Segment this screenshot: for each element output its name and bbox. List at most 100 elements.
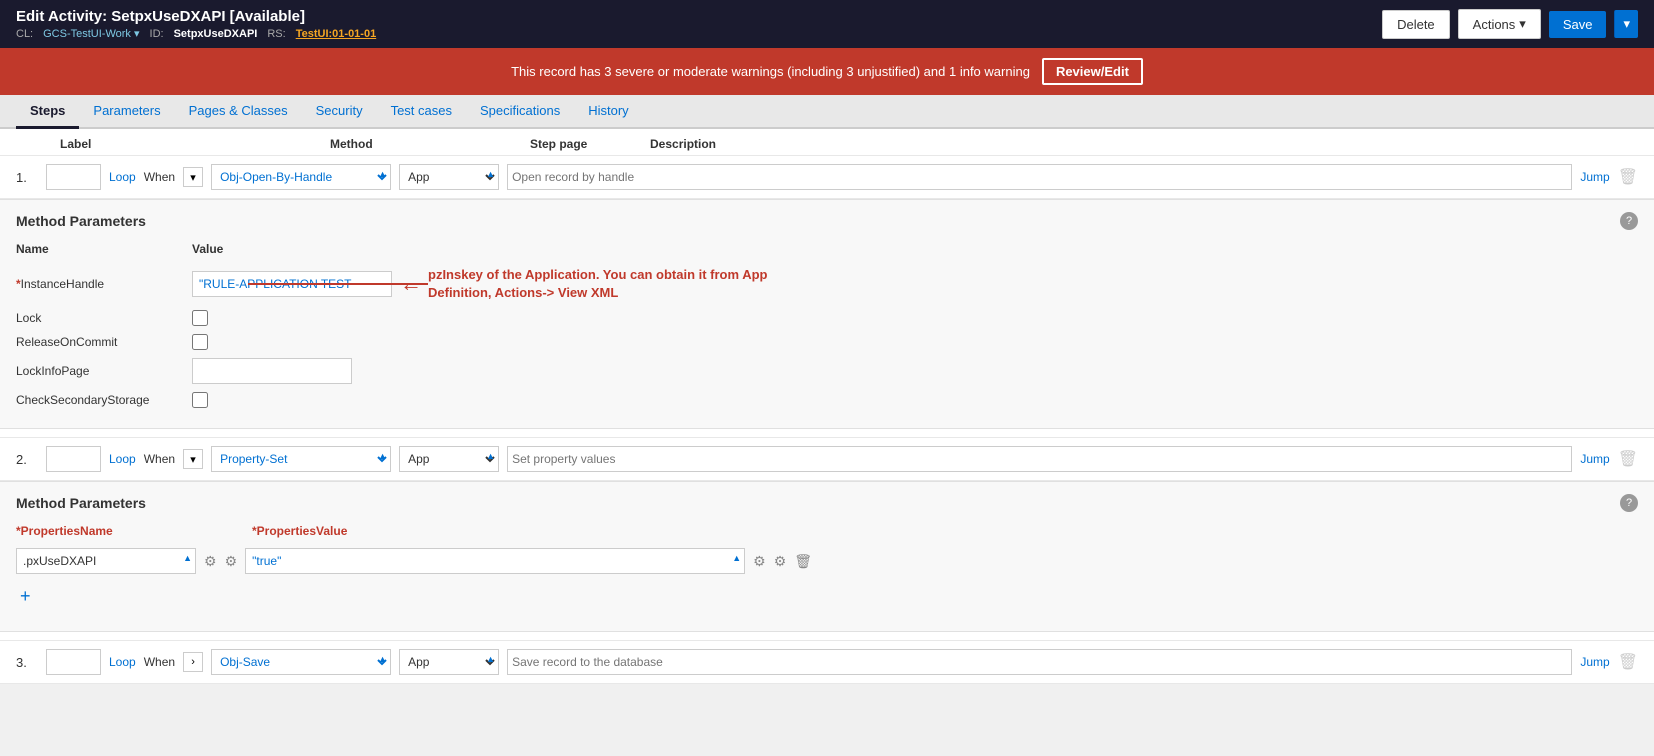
step-1-jump-link[interactable]: Jump bbox=[1580, 170, 1609, 184]
gear-icon-2[interactable]: ⚙ bbox=[225, 553, 238, 570]
step-3-jump-link[interactable]: Jump bbox=[1580, 655, 1609, 669]
method-params-2: Method Parameters ? *PropertiesName *Pro… bbox=[0, 481, 1654, 632]
step-1-method-wrap: Obj-Open-By-Handle bbox=[211, 164, 391, 190]
step-2-steppage-select[interactable]: App bbox=[399, 446, 499, 472]
step-2-when-text: When bbox=[144, 452, 175, 466]
cl-value[interactable]: GCS-TestUI-Work ▾ bbox=[43, 27, 139, 40]
gear-icon-3[interactable]: ⚙ bbox=[753, 553, 766, 570]
properties-value-input-wrap: ▲ bbox=[245, 548, 745, 574]
step-3-row: 3. Loop When › Obj-Save App Jump 🗑 bbox=[0, 640, 1654, 684]
step-3-when-text: When bbox=[144, 655, 175, 669]
tab-security[interactable]: Security bbox=[302, 95, 377, 129]
actions-dropdown-icon: ▾ bbox=[1519, 16, 1526, 32]
param-row-checksecondarystorage: CheckSecondaryStorage bbox=[16, 388, 1638, 412]
cl-label: CL: bbox=[16, 28, 33, 40]
step-1-number: 1. bbox=[16, 170, 38, 185]
app-header: Edit Activity: SetpxUseDXAPI [Available]… bbox=[0, 0, 1654, 48]
param-name-checksecondarystorage: CheckSecondaryStorage bbox=[16, 393, 176, 407]
step-3-label-input[interactable] bbox=[46, 649, 101, 675]
params-value-col-header: Value bbox=[192, 242, 223, 256]
warning-text: This record has 3 severe or moderate war… bbox=[511, 64, 1030, 79]
save-dropdown-button[interactable]: ▾ bbox=[1614, 10, 1638, 38]
rs-label: RS: bbox=[267, 28, 285, 40]
param-name-releaseoncommit: ReleaseOnCommit bbox=[16, 335, 176, 349]
properties-name-input[interactable] bbox=[16, 548, 196, 574]
step-1-row: 1. Loop When ▾ Obj-Open-By-Handle App Ju… bbox=[0, 156, 1654, 199]
step-1-steppage-select[interactable]: App bbox=[399, 164, 499, 190]
add-row-button[interactable]: + bbox=[16, 582, 35, 611]
gear-icon-4[interactable]: ⚙ bbox=[774, 553, 787, 570]
step-2-container: 2. Loop When ▾ Property-Set App Jump 🗑 M bbox=[0, 437, 1654, 632]
help-icon-1[interactable]: ? bbox=[1620, 212, 1638, 230]
step-2-chevron-button[interactable]: ▾ bbox=[183, 449, 203, 469]
props-value-col-header: *PropertiesValue bbox=[252, 524, 347, 538]
review-edit-button[interactable]: Review/Edit bbox=[1042, 58, 1143, 85]
step-3-description-input[interactable] bbox=[507, 649, 1572, 675]
step-1-description-input[interactable] bbox=[507, 164, 1572, 190]
step-3-delete-icon[interactable]: 🗑 bbox=[1618, 652, 1638, 672]
step-1-delete-icon[interactable]: 🗑 bbox=[1618, 167, 1638, 187]
step-2-steppage-wrap: App bbox=[399, 446, 499, 472]
tab-history[interactable]: History bbox=[574, 95, 642, 129]
help-icon-2[interactable]: ? bbox=[1620, 494, 1638, 512]
annotation-line bbox=[248, 283, 428, 285]
step-2-description-input[interactable] bbox=[507, 446, 1572, 472]
step-3-steppage-wrap: App bbox=[399, 649, 499, 675]
param-name-lock: Lock bbox=[16, 311, 176, 325]
tab-test-cases[interactable]: Test cases bbox=[377, 95, 466, 129]
step-1-method-select[interactable]: Obj-Open-By-Handle bbox=[211, 164, 391, 190]
param-value-checksecondarystorage-checkbox[interactable] bbox=[192, 392, 208, 408]
step-1-steppage-wrap: App bbox=[399, 164, 499, 190]
method-params-1: Method Parameters ? Name Value *Instance… bbox=[0, 199, 1654, 429]
main-content: Label Method Step page Description 1. Lo… bbox=[0, 129, 1654, 684]
step-2-loop-link[interactable]: Loop bbox=[109, 452, 136, 466]
cl-dropdown-icon: ▾ bbox=[134, 28, 140, 40]
header-actions: Delete Actions ▾ Save ▾ bbox=[1382, 9, 1638, 39]
add-row-area: + bbox=[16, 578, 1638, 615]
gear-icon-1[interactable]: ⚙ bbox=[204, 553, 217, 570]
step-2-jump-link[interactable]: Jump bbox=[1580, 452, 1609, 466]
step-3-method-select[interactable]: Obj-Save bbox=[211, 649, 391, 675]
col-header-label: Label bbox=[60, 137, 330, 151]
delete-button[interactable]: Delete bbox=[1382, 10, 1450, 39]
step-2-label-input[interactable] bbox=[46, 446, 101, 472]
step-1-label-input[interactable] bbox=[46, 164, 101, 190]
step-3-chevron-button[interactable]: › bbox=[183, 652, 203, 672]
step-2-row: 2. Loop When ▾ Property-Set App Jump 🗑 bbox=[0, 437, 1654, 481]
method-params-1-title: Method Parameters bbox=[16, 213, 146, 229]
param-value-lock-checkbox[interactable] bbox=[192, 310, 208, 326]
column-headers-row: Label Method Step page Description bbox=[0, 129, 1654, 156]
header-left: Edit Activity: SetpxUseDXAPI [Available]… bbox=[16, 8, 376, 40]
param-name-lockinfopage: LockInfoPage bbox=[16, 364, 176, 378]
step-3-loop-link[interactable]: Loop bbox=[109, 655, 136, 669]
step-2-delete-icon[interactable]: 🗑 bbox=[1618, 449, 1638, 469]
step-1-when-text: When bbox=[144, 170, 175, 184]
save-button[interactable]: Save bbox=[1549, 11, 1607, 38]
trash-icon[interactable]: 🗑 bbox=[794, 553, 812, 570]
rs-value[interactable]: TestUI:01-01-01 bbox=[296, 28, 377, 40]
step-2-method-wrap: Property-Set bbox=[211, 446, 391, 472]
param-name-instancehandle: *InstanceHandle bbox=[16, 277, 176, 291]
method-params-1-header: Method Parameters ? bbox=[16, 212, 1638, 230]
tab-pages-classes[interactable]: Pages & Classes bbox=[175, 95, 302, 129]
step-3-steppage-select[interactable]: App bbox=[399, 649, 499, 675]
props-values-row: ▲ ⚙ ⚙ ▲ ⚙ ⚙ 🗑 bbox=[16, 544, 1638, 578]
step-1-chevron-button[interactable]: ▾ bbox=[183, 167, 203, 187]
param-value-releaseoncommit-checkbox[interactable] bbox=[192, 334, 208, 350]
tab-parameters[interactable]: Parameters bbox=[79, 95, 174, 129]
properties-value-input[interactable] bbox=[245, 548, 745, 574]
step-1-loop-link[interactable]: Loop bbox=[109, 170, 136, 184]
method-params-2-title: Method Parameters bbox=[16, 495, 146, 511]
actions-button[interactable]: Actions ▾ bbox=[1458, 9, 1541, 39]
step-1-container: 1. Loop When ▾ Obj-Open-By-Handle App Ju… bbox=[0, 156, 1654, 429]
id-value: SetpxUseDXAPI bbox=[174, 28, 258, 40]
col-header-description: Description bbox=[650, 137, 1638, 151]
step-2-method-select[interactable]: Property-Set bbox=[211, 446, 391, 472]
step-2-number: 2. bbox=[16, 452, 38, 467]
params-col-headers: Name Value bbox=[16, 242, 1638, 262]
tab-steps[interactable]: Steps bbox=[16, 95, 79, 129]
param-value-lockinfopage-input[interactable] bbox=[192, 358, 352, 384]
tab-specifications[interactable]: Specifications bbox=[466, 95, 574, 129]
col-header-method: Method bbox=[330, 137, 530, 151]
param-row-instancehandle: *InstanceHandle ← pzInskey of the Applic… bbox=[16, 262, 1638, 306]
